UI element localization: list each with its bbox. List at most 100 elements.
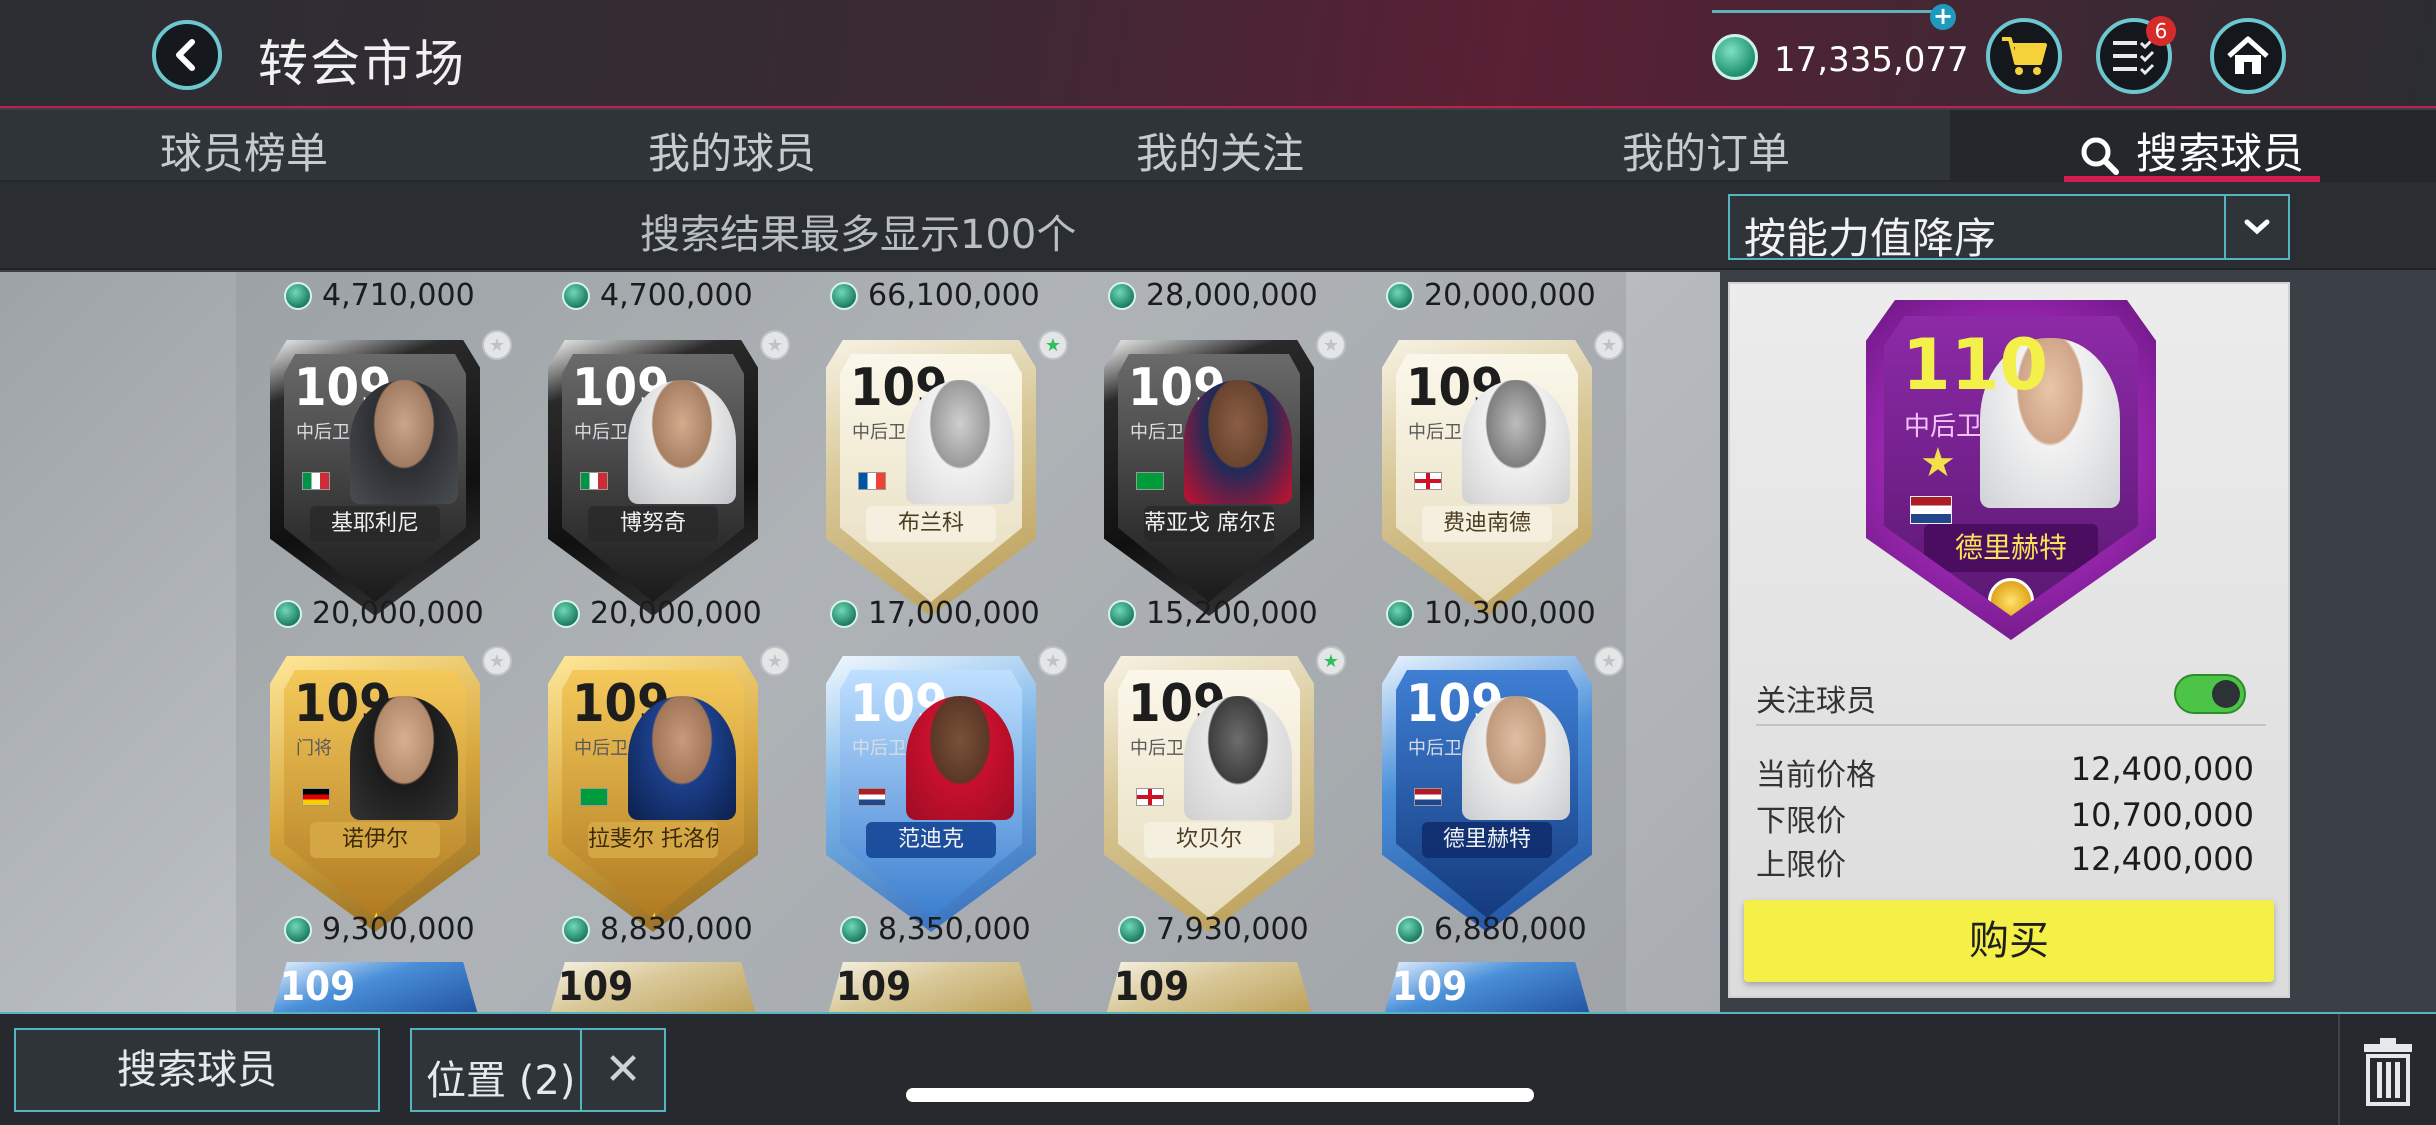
coin-icon [840, 915, 868, 944]
coin-icon [1712, 34, 1758, 80]
sort-dropdown[interactable]: 按能力值降序 [1728, 194, 2290, 263]
flag-germany-icon [302, 788, 330, 806]
player-card[interactable]: 109 中后卫 博努奇 [548, 340, 758, 616]
search-players-button[interactable]: 搜索球员 [14, 1028, 380, 1112]
coin-icon [284, 915, 312, 944]
cart-icon [2002, 37, 2047, 75]
follow-row: 关注球员 [1756, 666, 2266, 726]
bottom-bar: 搜索球员 位置 (2) ✕ [0, 1012, 2436, 1125]
watch-star-icon[interactable]: ★ [482, 330, 512, 360]
add-coins-button[interactable]: + [1930, 4, 1956, 30]
football-icon [1988, 578, 2034, 616]
watch-star-icon[interactable]: ★ [760, 646, 790, 676]
divider [1756, 724, 2266, 726]
tab-player-rankings[interactable]: 球员榜单 [160, 120, 328, 181]
player-card[interactable]: 109 中后卫 基耶利尼 [270, 340, 480, 616]
card-player-name: 蒂亚戈 席尔瓦 [1144, 506, 1274, 542]
player-photo [1184, 380, 1292, 504]
player-card-partial[interactable]: 109 [548, 962, 758, 1012]
player-card[interactable]: 109 中后卫 拉斐尔 托洛伊 ★★★★★ [548, 656, 758, 932]
card-inner: 109 中后卫 德里赫特 [1396, 670, 1578, 918]
card-inner: 109 中后卫 费迪南德 [1396, 354, 1578, 602]
page-title: 转会市场 [258, 35, 466, 93]
player-card-partial[interactable]: 109 [826, 962, 1036, 1012]
buy-button[interactable]: 购买 [1744, 900, 2274, 982]
player-card[interactable]: 109 中后卫 蒂亚戈 席尔瓦 [1104, 340, 1314, 616]
card-player-name: 范迪克 [866, 822, 996, 858]
card-inner: 109 门将 诺伊尔 ★★★★★ [284, 670, 466, 918]
card-rating: 109 [558, 964, 634, 1010]
tasks-badge: 6 [2146, 16, 2176, 46]
chevron-down-icon [2244, 219, 2270, 235]
price-label: 20,000,000 [1386, 278, 1596, 313]
trash-icon [2364, 1037, 2412, 1106]
player-card[interactable]: 109 门将 诺伊尔 ★★★★★ [270, 656, 480, 932]
tab-my-players[interactable]: 我的球员 [648, 120, 816, 181]
watch-star-icon[interactable]: ★ [1594, 646, 1624, 676]
flag-netherlands-icon [858, 788, 886, 806]
player-card[interactable]: 109 中后卫 范迪克 [826, 656, 1036, 932]
card-inner: 109 中后卫 蒂亚戈 席尔瓦 [1118, 354, 1300, 602]
tasks-button[interactable]: 6 [2096, 16, 2176, 94]
card-position: 中后卫 [574, 422, 628, 443]
tab-my-orders[interactable]: 我的订单 [1622, 120, 1790, 181]
cart-button[interactable] [1986, 18, 2062, 94]
card-player-name: 拉斐尔 托洛伊 [588, 822, 718, 858]
flag-france-icon [858, 472, 886, 490]
back-button[interactable] [152, 20, 222, 90]
player-card[interactable]: 109 中后卫 布兰科 [826, 340, 1036, 616]
home-button[interactable] [2210, 18, 2286, 94]
home-indicator[interactable] [906, 1088, 1534, 1102]
watch-star-icon[interactable]: ★ [1594, 330, 1624, 360]
card-position: 中后卫 [852, 738, 906, 759]
sort-dropdown-toggle[interactable] [2224, 196, 2288, 258]
home-icon [2227, 36, 2269, 74]
tab-search-players[interactable]: 搜索球员 [2078, 120, 2304, 181]
tab-search-players-label: 搜索球员 [2136, 129, 2305, 178]
price-label: 20,000,000 [274, 596, 484, 631]
watch-star-icon[interactable]: ★ [1038, 646, 1068, 676]
player-card[interactable]: 109 中后卫 费迪南德 [1382, 340, 1592, 616]
price-label: 15,200,000 [1108, 596, 1318, 631]
current-price-row: 当前价格 12,400,000 [1756, 746, 2266, 793]
coin-icon [274, 599, 302, 628]
watch-star-icon[interactable]: ★ [760, 330, 790, 360]
trash-button[interactable] [2338, 1014, 2436, 1125]
player-results-grid[interactable]: 4,710,000 4,700,000 66,100,000 28,000,00… [0, 272, 1720, 1012]
max-price-row: 上限价 12,400,000 [1756, 836, 2266, 883]
coin-icon [830, 281, 858, 310]
card-position: 中后卫 [1130, 738, 1184, 759]
player-card-partial[interactable]: 109 [1382, 962, 1592, 1012]
card-player-name: 德里赫特 [1422, 822, 1552, 858]
max-price-value: 12,400,000 [2070, 840, 2254, 878]
selected-position: 中后卫 [1904, 412, 1983, 442]
player-photo [1184, 696, 1292, 820]
watch-star-icon[interactable]: ★ [1038, 330, 1068, 360]
coin-icon [1118, 915, 1146, 944]
clear-filter-button[interactable]: ✕ [580, 1030, 664, 1110]
watch-star-icon[interactable]: ★ [482, 646, 512, 676]
price-label: 4,710,000 [284, 278, 475, 313]
player-card-partial[interactable]: 109 [1104, 962, 1314, 1012]
follow-toggle[interactable] [2174, 674, 2246, 714]
price-label: 9,300,000 [284, 912, 475, 947]
min-price-value: 10,700,000 [2070, 796, 2254, 834]
price-label: 6,880,000 [1396, 912, 1587, 947]
coin-icon [830, 599, 858, 628]
card-position: 中后卫 [296, 422, 350, 443]
flag-netherlands-icon [1414, 788, 1442, 806]
player-card[interactable]: 109 中后卫 德里赫特 [1382, 656, 1592, 932]
card-rating: 109 [836, 964, 912, 1010]
player-photo [1462, 380, 1570, 504]
watch-star-icon[interactable]: ★ [1316, 330, 1346, 360]
card-position: 中后卫 [1408, 738, 1462, 759]
card-position: 中后卫 [1408, 422, 1462, 443]
min-price-label: 下限价 [1756, 804, 1846, 839]
player-card[interactable]: 109 中后卫 坎贝尔 [1104, 656, 1314, 932]
player-card-partial[interactable]: 109 [270, 962, 480, 1012]
tab-my-watchlist[interactable]: 我的关注 [1136, 120, 1304, 181]
position-filter-chip[interactable]: 位置 (2) ✕ [410, 1028, 666, 1112]
price-label: 20,000,000 [552, 596, 762, 631]
player-detail-panel: 110 中后卫 ★ 德里赫特 关注球员 当前价格 12,400,000 下限价 … [1728, 282, 2290, 998]
watch-star-icon[interactable]: ★ [1316, 646, 1346, 676]
